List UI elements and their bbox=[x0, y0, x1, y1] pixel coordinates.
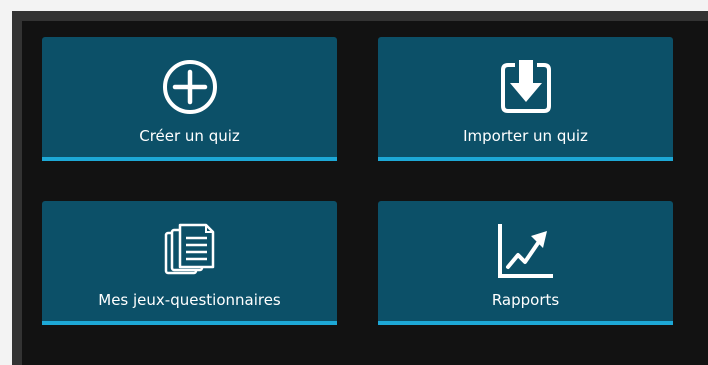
reports-label: Rapports bbox=[491, 291, 560, 309]
reports-tile[interactable]: Rapports bbox=[378, 201, 673, 325]
import-quiz-tile[interactable]: Importer un quiz bbox=[378, 37, 673, 161]
import-download-icon bbox=[496, 57, 556, 117]
create-quiz-label: Créer un quiz bbox=[139, 127, 240, 145]
plus-circle-icon bbox=[160, 57, 220, 117]
my-quiz-sets-tile[interactable]: Mes jeux-questionnaires bbox=[42, 201, 337, 325]
import-quiz-label: Importer un quiz bbox=[463, 127, 588, 145]
trend-chart-icon bbox=[496, 221, 556, 281]
my-quiz-sets-label: Mes jeux-questionnaires bbox=[98, 291, 281, 309]
documents-stack-icon bbox=[160, 221, 220, 281]
create-quiz-tile[interactable]: Créer un quiz bbox=[42, 37, 337, 161]
